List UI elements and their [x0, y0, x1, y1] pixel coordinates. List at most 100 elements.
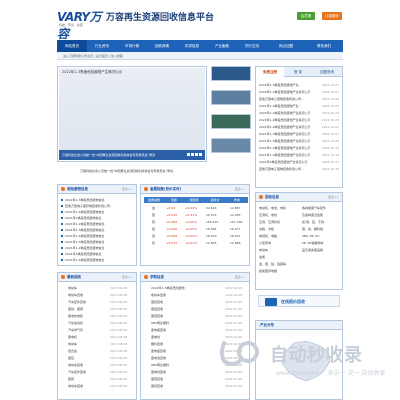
list-item[interactable]: 废铜 [68, 377, 74, 381]
list-item[interactable]: 电动车 [68, 286, 77, 290]
nav-item-contact[interactable]: 联系我们 [305, 40, 343, 52]
news-item[interactable]: 2022年1-3季度危险废物产生情况公示 2022.10.27 [259, 90, 339, 94]
list-item[interactable]: 2021年1-4季度危险废物信息 [61, 234, 105, 238]
list-item[interactable]: 废铝回收 [151, 307, 163, 311]
online-quote-button[interactable]: 在线报价回收 [258, 295, 340, 307]
list-item[interactable]: 废电瓶回收 [151, 328, 166, 332]
table-row[interactable]: 铅 +0.032 +0.01% 12.895 12.886 [144, 240, 248, 246]
category-item[interactable]: 冰箱、冰柜 [259, 227, 274, 231]
member-service-button[interactable]: 会员服务 [297, 12, 315, 26]
list-item[interactable]: 2021年1季度危险废物信息 [61, 252, 102, 256]
list-item[interactable]: 塑料回收 [151, 342, 163, 346]
news-item[interactable]: 2021年1-3季度危险废物产生情况公示 2022.10.19 [259, 146, 339, 150]
list-item[interactable]: 2021年1-2季度危险废物信息 [61, 246, 105, 250]
slide-dot[interactable] [191, 153, 194, 156]
category-item[interactable]: 电视机、电脑 [259, 234, 277, 238]
thumbnail-2[interactable] [211, 90, 251, 105]
list-item[interactable]: 回收万容电子废弃物回收利用公司... [61, 204, 113, 208]
category-item[interactable]: 空调、空调外机 [259, 220, 280, 224]
category-item[interactable]: 电动车 [259, 248, 268, 252]
subscribe-button[interactable]: 订阅服务 [322, 12, 342, 20]
category-item[interactable]: 小型家电 [259, 241, 271, 245]
featured-slideshow[interactable]: 2022年1-3季度危险废物产生情况公示 万容科技负责人员被一批“中国再生资源回… [57, 66, 207, 162]
site-logo[interactable]: VARY万容 科技 · 环境 · 资源 [57, 8, 103, 41]
list-item[interactable]: 电动车 [68, 342, 77, 346]
list-item[interactable]: 汽车排气管 [68, 328, 83, 332]
nav-item-news[interactable]: 行业资讯 [87, 40, 117, 52]
tab-franchise[interactable]: 加盟咨询 [312, 67, 342, 77]
list-item[interactable]: 废电线电缆 [68, 314, 83, 318]
news-item[interactable]: 2021年1-2季度危险废物产生情况公示 2022.10.18 [259, 153, 339, 157]
more-link[interactable]: 更多>> [328, 195, 339, 199]
more-link[interactable]: 更多>> [122, 187, 133, 191]
list-item[interactable]: 汽车配件回收 [68, 370, 86, 374]
list-item[interactable]: 废铁回收 [151, 300, 163, 304]
tab-login[interactable]: 登 录 [284, 67, 312, 77]
table-row[interactable]: 锌 +0.008 +0.52% 18.450 16.397 [144, 233, 248, 239]
china-map-icon[interactable] [276, 331, 336, 391]
list-item[interactable]: 废电池回收 [151, 356, 166, 360]
nav-item-home[interactable]: 网站首页 [57, 40, 87, 52]
thumbnail-3[interactable] [211, 114, 251, 129]
news-item[interactable]: 回收万容电子废物回收利用公司... 2022.10.26 [259, 97, 339, 101]
table-row[interactable]: 银 +0.030 +0.31% 12.574 12.485 [144, 212, 248, 218]
list-item[interactable]: 废铜回收 [151, 377, 163, 381]
news-item[interactable]: 2021年1-4季度危险废物产生... 2022.10.25 [259, 104, 339, 108]
slide-dot[interactable] [195, 153, 198, 156]
more-link[interactable]: 更多>> [235, 275, 246, 279]
list-item[interactable]: 废电瓶回收 [151, 349, 166, 353]
table-row[interactable]: 铝 +0.006 +0.05% 16.484 16.477 [144, 226, 248, 232]
nav-item-market[interactable]: 市场行情 [117, 40, 147, 52]
list-item[interactable]: 废铝 [68, 356, 74, 360]
list-item[interactable]: 电动车回收 [151, 293, 166, 297]
nav-item-industry[interactable]: 产业聚焦 [207, 40, 237, 52]
list-item[interactable]: 2022年1-3季度危险废物信息 [61, 198, 105, 202]
thumbnail-4[interactable] [211, 138, 251, 153]
list-item[interactable]: 2021年1-3季度危险废物信息 [61, 228, 105, 232]
category-item[interactable]: 金、银、铂、铂锗等 [259, 262, 286, 266]
subnav-links[interactable]: 进入万容科技公司主页 | 设为首页 | 加入收藏 [63, 54, 123, 58]
category-item[interactable]: 各类废弃电器 [259, 269, 277, 273]
table-row[interactable]: 铜 +0.082 +0.05% 166.425 167.336 [144, 219, 248, 225]
list-item[interactable]: 废铜回收 [151, 314, 163, 318]
nav-item-supply[interactable]: 供求信息 [177, 40, 207, 52]
slide-dot[interactable] [199, 153, 202, 156]
list-item[interactable]: 电动车回收 [68, 384, 83, 388]
table-row[interactable]: 金 +0.00 +0.22% 22.624 12.887 [144, 205, 248, 211]
nav-item-recycle[interactable]: 回收商情 [147, 40, 177, 52]
news-item[interactable]: 回收万容电子废物回收利用公司... 2022.10.16 [259, 167, 339, 171]
category-item[interactable]: 空调机、电线 [259, 213, 277, 217]
list-item[interactable]: 铝合金 [68, 349, 77, 353]
list-item[interactable]: 汽车发动机 [68, 321, 83, 325]
news-item[interactable]: 2022年1-4季度危险废物产生情况公示 2022.10.23 [259, 118, 339, 122]
list-item[interactable]: 2021年1-4季度危险废物信息 [61, 210, 105, 214]
list-item[interactable]: 电动车回收 [68, 363, 83, 367]
nav-item-franchise[interactable]: 网点加盟 [267, 40, 305, 52]
list-item[interactable]: 2022年1-3季度危险废物 [151, 286, 185, 290]
more-link[interactable]: 更多>> [235, 187, 246, 191]
slide-dot[interactable] [187, 153, 190, 156]
thumbnail-1[interactable] [211, 66, 251, 81]
category-item[interactable]: 金属 [259, 255, 265, 259]
news-item[interactable]: 2021年1-3季度危险废物产生情况公示 2022.10.21 [259, 132, 339, 136]
list-item[interactable]: 汽车配件回收 [68, 300, 86, 304]
list-item[interactable]: 2021年1-4季度危险废物信息 [61, 258, 105, 262]
news-item[interactable]: 2022年1-3季度危险废物产生... 2022.10.27 [259, 83, 339, 87]
list-item[interactable]: 废铁、废钢 [68, 307, 83, 311]
nav-item-exchange[interactable]: 同行交流 [237, 40, 267, 52]
news-item[interactable]: 2022年1-2季度危险废物产生情况公示 2022.10.24 [259, 111, 339, 115]
list-item[interactable]: ABS再生塑料 [151, 363, 169, 367]
slide-image[interactable]: 2022年1-3季度危险废物产生情况公示 [59, 68, 205, 150]
list-item[interactable]: 2021年1-3季度危险废物信息 [61, 240, 105, 244]
more-link[interactable]: 更多>> [122, 275, 133, 279]
list-item[interactable]: 废电线 [151, 335, 160, 339]
list-item[interactable]: 废铁回收 [151, 384, 163, 388]
feature-caption[interactable]: 万容科技负责人员被一批“中国再生资源回收利用协会专家委员会”聘请 [80, 169, 173, 173]
news-item[interactable]: 2021年1-4季度危险废物产生情况公示 2022.10.22 [259, 125, 339, 129]
tab-register[interactable]: 免责注册 [256, 67, 284, 77]
slide-caption[interactable]: 万容科技负责人员被一批“中国再生资源回收利用协会专家委员会”聘请 [59, 150, 205, 160]
list-item[interactable]: 废电线回收 [151, 370, 166, 374]
news-item[interactable]: 2021年1-2季度危险废物产生情况公示 2022.10.20 [259, 139, 339, 143]
news-item[interactable]: 2021年1季度危险废物产生情况公示 2022.10.17 [259, 160, 339, 164]
list-item[interactable]: 电动车回收 [68, 293, 83, 297]
